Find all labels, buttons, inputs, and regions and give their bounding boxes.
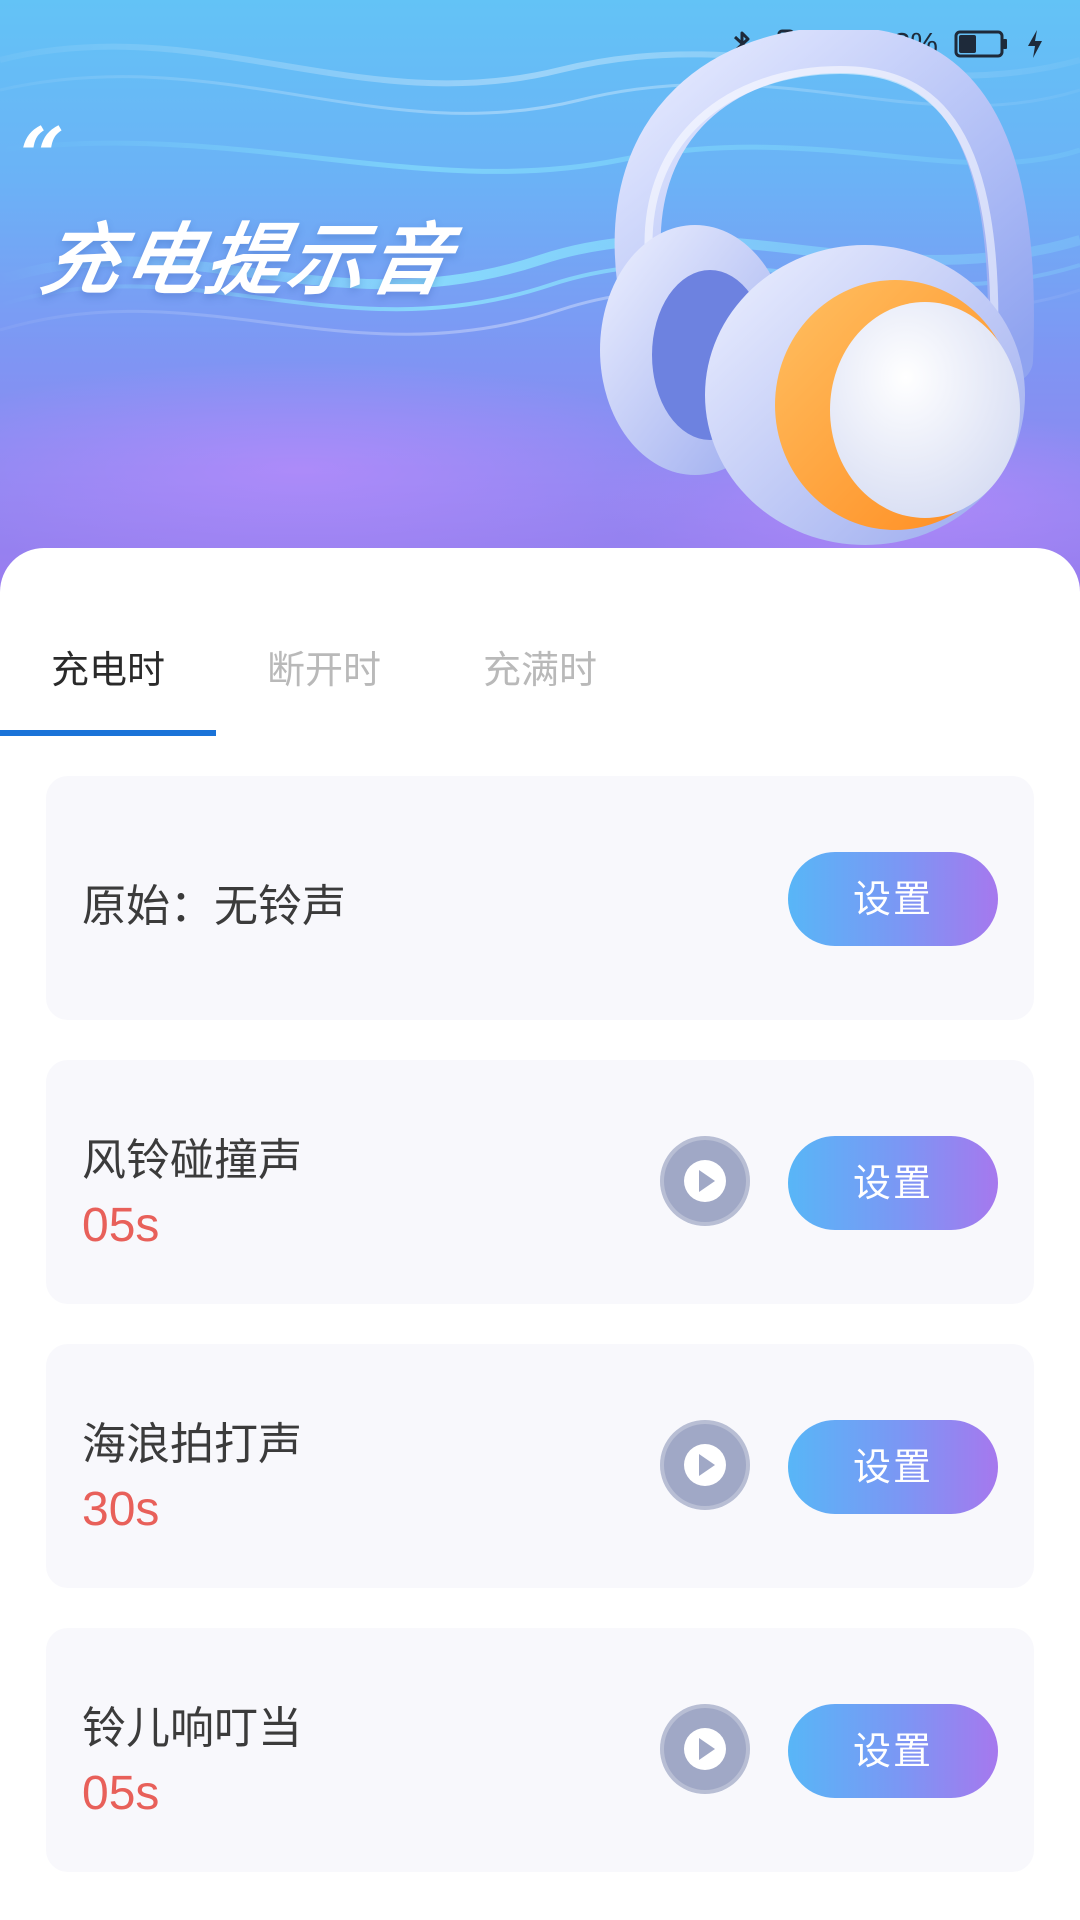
play-button[interactable] xyxy=(660,1704,750,1794)
ringtone-card: 风铃碰撞声 05s 设置 xyxy=(46,1060,1034,1304)
tab-full-charge[interactable]: 充满时 xyxy=(432,638,648,738)
ringtone-name: 海浪拍打声 xyxy=(82,1419,302,1470)
set-button[interactable]: 设置 xyxy=(788,852,998,946)
ringtone-name: 铃儿响叮当 xyxy=(82,1703,302,1754)
set-button[interactable]: 设置 xyxy=(788,1704,998,1798)
ringtone-name: 风铃碰撞声 xyxy=(82,1135,302,1186)
content-sheet: 充电时 断开时 充满时 原始：无铃声 设置 风铃碰撞声 05s 设置 海浪拍打声… xyxy=(0,548,1080,1920)
tab-active-indicator xyxy=(0,730,216,736)
play-button[interactable] xyxy=(660,1136,750,1226)
ringtone-card: 铃儿响叮当 05s 设置 xyxy=(46,1628,1034,1872)
page-title: 充电提示音 xyxy=(34,216,461,306)
ringtone-card-original: 原始：无铃声 设置 xyxy=(46,776,1034,1020)
ringtone-card: 海浪拍打声 30s 设置 xyxy=(46,1344,1034,1588)
ringtone-duration: 30s xyxy=(82,1483,160,1536)
ringtone-duration: 05s xyxy=(82,1767,160,1820)
ringtone-list: 原始：无铃声 设置 风铃碰撞声 05s 设置 海浪拍打声 30s 设置 铃儿响叮… xyxy=(46,776,1034,1912)
play-button[interactable] xyxy=(660,1420,750,1510)
header-banner: 43% “ 充电提示音 xyxy=(0,0,1080,600)
tab-disconnect[interactable]: 断开时 xyxy=(216,638,432,738)
play-icon xyxy=(684,1728,726,1770)
play-icon xyxy=(684,1444,726,1486)
tab-charging[interactable]: 充电时 xyxy=(0,638,216,738)
charging-sound-screen: 43% “ 充电提示音 充电时 断开时 充满时 原始：无铃声 设置 风铃碰撞声 … xyxy=(0,0,1080,1920)
headphones-illustration xyxy=(600,30,1034,545)
set-button[interactable]: 设置 xyxy=(788,1136,998,1230)
play-icon xyxy=(684,1160,726,1202)
ringtone-name: 原始：无铃声 xyxy=(82,881,346,932)
quote-mark: “ xyxy=(20,111,65,202)
tab-bar: 充电时 断开时 充满时 xyxy=(0,638,1080,738)
ringtone-duration: 05s xyxy=(82,1199,160,1252)
set-button[interactable]: 设置 xyxy=(788,1420,998,1514)
